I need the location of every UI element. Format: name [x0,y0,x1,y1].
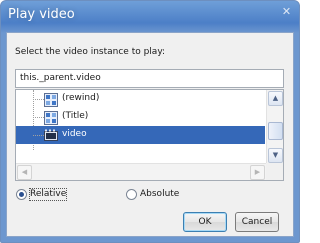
tree-branch-line [33,99,44,100]
tree-item-video[interactable]: video [16,126,265,144]
tree-item-title[interactable]: (Title) [16,108,265,126]
window-title: Play video [8,7,75,22]
cancel-button[interactable]: Cancel [235,212,279,232]
absolute-radio-indicator[interactable] [126,188,137,200]
scroll-right-icon[interactable]: ▶ [250,165,265,180]
scroll-thumb[interactable] [268,122,283,140]
play-video-dialog: Play video ✕ Select the video instance t… [0,0,300,243]
relative-radio-indicator[interactable] [16,188,27,200]
absolute-radio[interactable]: Absolute [126,187,179,201]
movieclip-icon [44,110,58,125]
relative-radio[interactable]: Relative [16,187,68,201]
instance-tree[interactable]: (rewind) (Title) video ▲ ▼ ◀ ▶ [15,89,284,181]
tree-item-label: (rewind) [62,93,100,103]
close-icon[interactable]: ✕ [278,4,295,18]
video-icon [44,128,58,142]
tree-branch-line [33,135,44,136]
scrollbar-corner [266,163,283,180]
vertical-scrollbar[interactable]: ▲ ▼ [266,90,283,164]
dialog-body: Select the video instance to play: this.… [6,32,294,237]
horizontal-scrollbar[interactable]: ◀ ▶ [16,163,266,180]
tree-item-label: video [62,129,87,139]
target-path-field[interactable]: this._parent.video [15,69,284,88]
title-bar[interactable]: Play video ✕ [1,1,299,31]
absolute-radio-label: Absolute [140,188,180,199]
relative-radio-label: Relative [28,187,68,201]
ok-button[interactable]: OK [183,212,227,232]
movieclip-icon [44,92,58,107]
scroll-up-icon[interactable]: ▲ [268,91,283,106]
tree-item-label: (Title) [62,111,89,121]
scroll-down-icon[interactable]: ▼ [268,148,283,163]
tree-branch-line [33,117,44,118]
scroll-left-icon[interactable]: ◀ [17,165,32,180]
tree-item-rewind[interactable]: (rewind) [16,90,265,108]
instruction-label: Select the video instance to play: [15,47,166,57]
